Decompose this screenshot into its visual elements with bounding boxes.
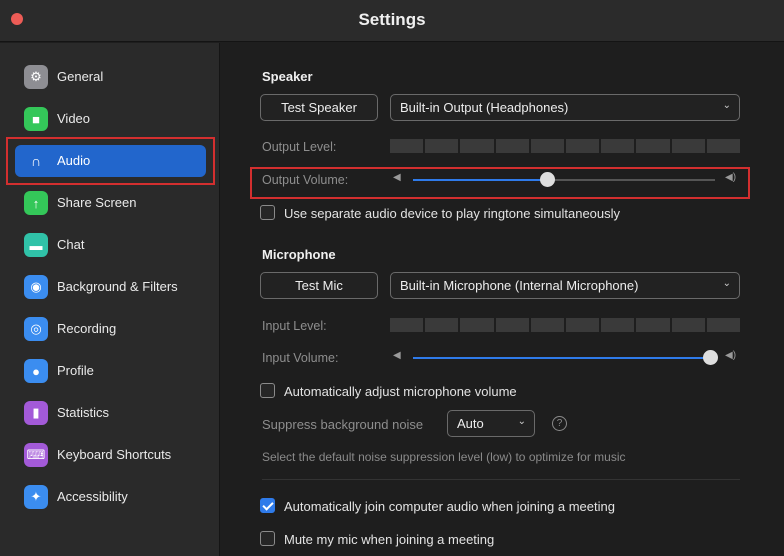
auto-join-audio-checkbox[interactable] xyxy=(260,498,275,513)
sidebar-item-label: Statistics xyxy=(57,405,110,420)
auto-adjust-checkbox[interactable] xyxy=(260,383,275,398)
divider xyxy=(262,479,740,480)
auto-join-audio-label: Automatically join computer audio when j… xyxy=(284,499,615,514)
microphone-device-select[interactable]: Built-in Microphone (Internal Microphone… xyxy=(390,272,740,299)
window-title: Settings xyxy=(358,10,426,29)
sidebar-item-profile[interactable]: ● Profile xyxy=(15,355,206,387)
sidebar-item-statistics[interactable]: ▮ Statistics xyxy=(15,397,206,429)
keyboard-icon: ⌨ xyxy=(24,443,48,467)
volume-high-icon: ◀) xyxy=(725,350,737,361)
suppress-noise-select[interactable]: Auto ⌄ xyxy=(447,410,535,437)
background-icon: ◉ xyxy=(24,275,48,299)
input-volume-slider[interactable] xyxy=(413,350,719,366)
sidebar-item-recording[interactable]: ◎ Recording xyxy=(15,313,206,345)
sidebar-item-label: Profile xyxy=(57,363,94,378)
output-level-label: Output Level: xyxy=(262,140,337,154)
sidebar-item-general[interactable]: ⚙ General xyxy=(15,61,206,93)
slider-thumb[interactable] xyxy=(703,350,719,365)
recording-icon: ◎ xyxy=(24,317,48,341)
input-level-label: Input Level: xyxy=(262,319,327,333)
test-speaker-button[interactable]: Test Speaker xyxy=(260,94,378,121)
volume-low-icon: ◀ xyxy=(393,350,401,361)
output-level-meter xyxy=(390,139,741,153)
share-screen-icon: ↑ xyxy=(24,191,48,215)
chevron-down-icon: ⌄ xyxy=(722,100,731,111)
title-bar: Settings xyxy=(0,0,784,42)
accessibility-icon: ✦ xyxy=(24,485,48,509)
audio-settings-panel: Speaker Test Speaker Built-in Output (He… xyxy=(221,43,784,556)
sidebar-item-chat[interactable]: ▬ Chat xyxy=(15,229,206,261)
chat-bubble-icon: ▬ xyxy=(24,233,48,257)
sidebar-item-share-screen[interactable]: ↑ Share Screen xyxy=(15,187,206,219)
microphone-section-title: Microphone xyxy=(262,247,336,262)
mute-on-join-label: Mute my mic when joining a meeting xyxy=(284,532,495,547)
sidebar-item-label: Recording xyxy=(57,321,117,336)
sidebar-item-video[interactable]: ■ Video xyxy=(15,103,206,135)
sidebar-item-label: Video xyxy=(57,111,91,126)
suppress-noise-label: Suppress background noise xyxy=(262,417,424,432)
auto-adjust-label: Automatically adjust microphone volume xyxy=(284,384,517,399)
sidebar-item-label: Accessibility xyxy=(57,489,128,504)
sidebar-item-keyboard-shortcuts[interactable]: ⌨ Keyboard Shortcuts xyxy=(15,439,206,471)
sidebar-item-label: Share Screen xyxy=(57,195,137,210)
sidebar-item-label: Keyboard Shortcuts xyxy=(57,447,172,462)
statistics-icon: ▮ xyxy=(24,401,48,425)
output-volume-highlight xyxy=(250,167,750,199)
video-camera-icon: ■ xyxy=(24,107,48,131)
separate-device-checkbox[interactable] xyxy=(260,205,275,220)
speaker-section-title: Speaker xyxy=(262,69,313,84)
test-mic-button[interactable]: Test Mic xyxy=(260,272,378,299)
speaker-device-select[interactable]: Built-in Output (Headphones) ⌄ xyxy=(390,94,740,121)
gear-icon: ⚙ xyxy=(24,65,48,89)
sidebar: ⚙ General ■ Video ∩ Audio ↑ Share Screen ▬ Chat ◉ B… xyxy=(0,43,220,556)
microphone-device-value: Built-in Microphone (Internal Microphone… xyxy=(400,278,639,293)
sidebar-item-background-filters[interactable]: ◉ Background & Filters xyxy=(15,271,206,303)
mute-on-join-checkbox[interactable] xyxy=(260,531,275,546)
suppress-noise-value: Auto xyxy=(457,416,484,431)
sidebar-item-label: Background & Filters xyxy=(57,279,178,294)
sidebar-item-accessibility[interactable]: ✦ Accessibility xyxy=(15,481,206,513)
audio-nav-highlight xyxy=(6,137,215,185)
chevron-down-icon: ⌄ xyxy=(517,416,526,427)
chevron-down-icon: ⌄ xyxy=(722,278,731,289)
help-icon[interactable]: ? xyxy=(552,416,567,431)
profile-icon: ● xyxy=(24,359,48,383)
sidebar-item-label: Chat xyxy=(57,237,85,252)
input-level-meter xyxy=(390,318,741,332)
speaker-device-value: Built-in Output (Headphones) xyxy=(400,100,569,115)
suppress-noise-hint: Select the default noise suppression lev… xyxy=(262,450,626,464)
input-volume-label: Input Volume: xyxy=(262,351,339,365)
sidebar-item-label: General xyxy=(57,69,104,84)
separate-device-label: Use separate audio device to play ringto… xyxy=(284,206,621,221)
